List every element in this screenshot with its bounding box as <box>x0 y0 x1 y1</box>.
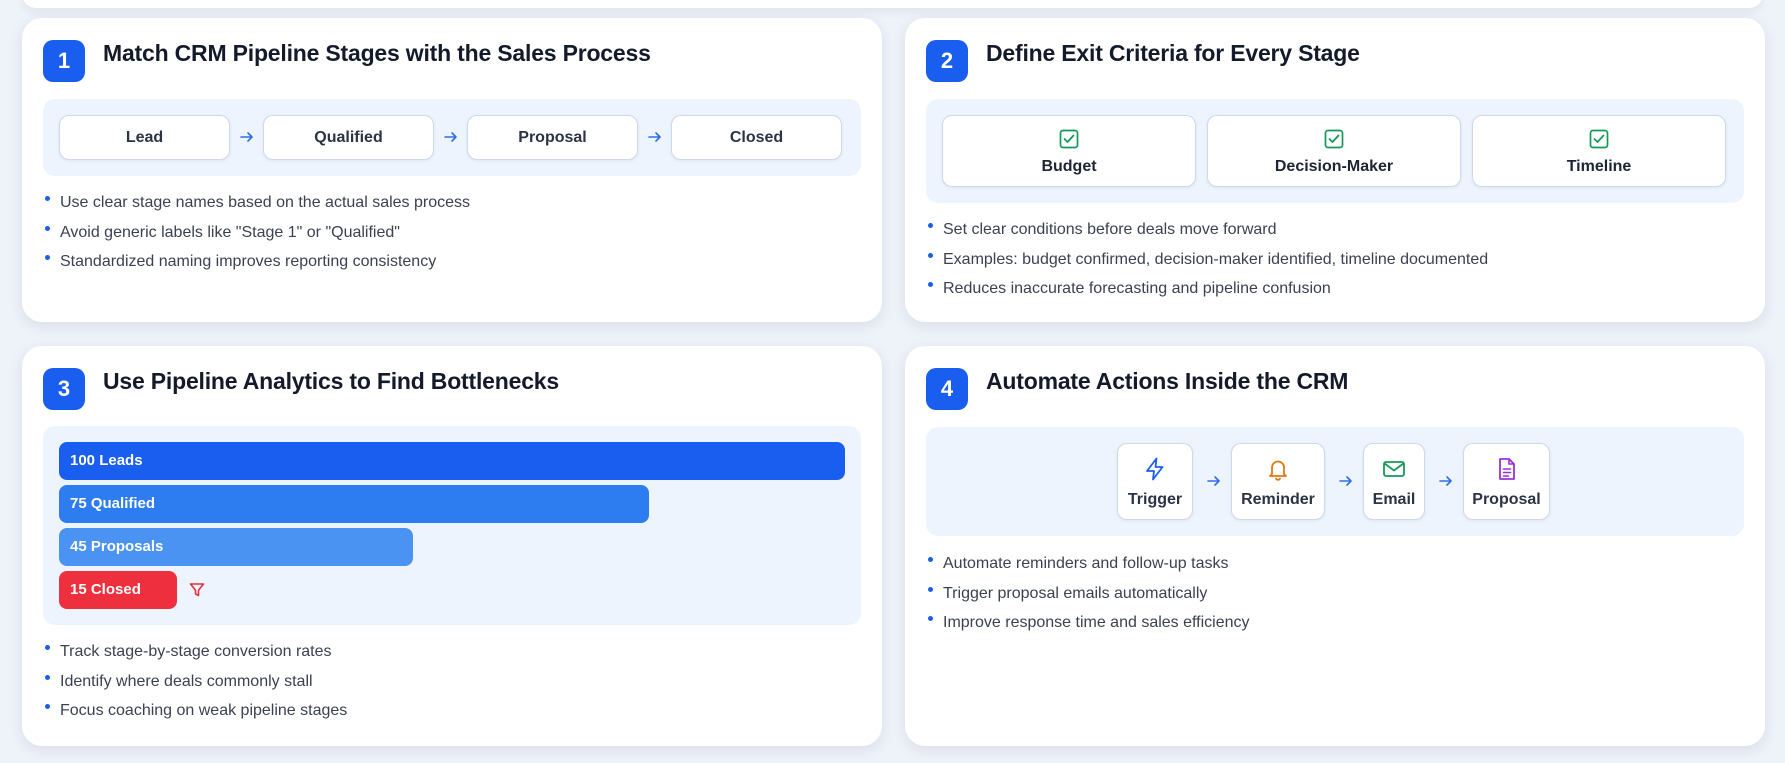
automation-trigger: Trigger <box>1117 443 1193 520</box>
card-match-stages: 1 Match CRM Pipeline Stages with the Sal… <box>22 18 882 322</box>
checkbox-checked-icon <box>1324 129 1344 149</box>
arrow-right-icon <box>240 132 253 142</box>
automation-reminder: Reminder <box>1231 443 1325 520</box>
funnel-icon <box>189 583 205 597</box>
automation-label: Proposal <box>1472 491 1541 508</box>
automation-panel: Trigger Reminder Email Proposal <box>926 427 1744 536</box>
card-title: Automate Actions Inside the CRM <box>986 368 1349 394</box>
card-title: Use Pipeline Analytics to Find Bottlenec… <box>103 368 559 394</box>
list-item: Reduces inaccurate forecasting and pipel… <box>926 274 1488 304</box>
checkbox-checked-icon <box>1589 129 1609 149</box>
funnel-bar-leads: 100 Leads <box>59 442 845 480</box>
stage-closed: Closed <box>671 115 842 160</box>
automation-label: Email <box>1372 491 1416 508</box>
automation-proposal: Proposal <box>1463 443 1550 520</box>
list-item: Identify where deals commonly stall <box>43 667 347 697</box>
automation-email: Email <box>1363 443 1425 520</box>
list-item: Standardized naming improves reporting c… <box>43 247 470 277</box>
list-item: Set clear conditions before deals move f… <box>926 215 1488 245</box>
criterion-label: Timeline <box>1566 158 1632 175</box>
arrow-right-icon <box>1339 476 1352 486</box>
funnel-bar-closed: 15 Closed <box>59 571 177 609</box>
criterion-budget: Budget <box>942 115 1196 187</box>
automation-label: Reminder <box>1241 491 1315 508</box>
list-item: Trigger proposal emails automatically <box>926 579 1250 609</box>
criterion-label: Budget <box>1041 158 1097 175</box>
step-number-badge: 2 <box>926 40 968 82</box>
lightning-icon <box>1146 457 1164 481</box>
list-item: Improve response time and sales efficien… <box>926 608 1250 638</box>
arrow-right-icon <box>648 132 661 142</box>
funnel-bar-qualified: 75 Qualified <box>59 485 649 523</box>
bullet-list: Automate reminders and follow-up tasks T… <box>926 549 1250 638</box>
pipeline-stages-panel: Lead Qualified Proposal Closed <box>43 99 861 176</box>
mail-icon <box>1383 461 1405 477</box>
bell-icon <box>1269 460 1287 481</box>
stage-lead: Lead <box>59 115 230 160</box>
criterion-label: Decision-Maker <box>1274 158 1394 175</box>
step-number-badge: 1 <box>43 40 85 82</box>
checkbox-checked-icon <box>1059 129 1079 149</box>
criterion-decision-maker: Decision-Maker <box>1207 115 1461 187</box>
list-item: Use clear stage names based on the actua… <box>43 188 470 218</box>
step-number-badge: 3 <box>43 368 85 410</box>
step-number-badge: 4 <box>926 368 968 410</box>
stage-proposal: Proposal <box>467 115 638 160</box>
arrow-right-icon <box>1439 476 1452 486</box>
top-card-edge <box>22 0 1763 8</box>
stage-qualified: Qualified <box>263 115 434 160</box>
arrow-right-icon <box>444 132 457 142</box>
bullet-list: Track stage-by-stage conversion rates Id… <box>43 637 347 726</box>
bullet-list: Use clear stage names based on the actua… <box>43 188 470 277</box>
card-exit-criteria: 2 Define Exit Criteria for Every Stage B… <box>905 18 1765 322</box>
card-automate-actions: 4 Automate Actions Inside the CRM Trigge… <box>905 346 1765 746</box>
list-item: Examples: budget confirmed, decision-mak… <box>926 245 1488 275</box>
arrow-right-icon <box>1207 476 1220 486</box>
list-item: Focus coaching on weak pipeline stages <box>43 696 347 726</box>
funnel-panel: 100 Leads 75 Qualified 45 Proposals 15 C… <box>43 426 861 625</box>
criterion-timeline: Timeline <box>1472 115 1726 187</box>
document-icon <box>1498 458 1515 480</box>
bullet-list: Set clear conditions before deals move f… <box>926 215 1488 304</box>
card-title: Match CRM Pipeline Stages with the Sales… <box>103 40 651 66</box>
list-item: Avoid generic labels like "Stage 1" or "… <box>43 218 470 248</box>
card-title: Define Exit Criteria for Every Stage <box>986 40 1360 66</box>
automation-label: Trigger <box>1127 491 1183 508</box>
criteria-panel: Budget Decision-Maker Timeline <box>926 99 1744 203</box>
card-pipeline-analytics: 3 Use Pipeline Analytics to Find Bottlen… <box>22 346 882 746</box>
list-item: Track stage-by-stage conversion rates <box>43 637 347 667</box>
funnel-bar-proposals: 45 Proposals <box>59 528 413 566</box>
list-item: Automate reminders and follow-up tasks <box>926 549 1250 579</box>
